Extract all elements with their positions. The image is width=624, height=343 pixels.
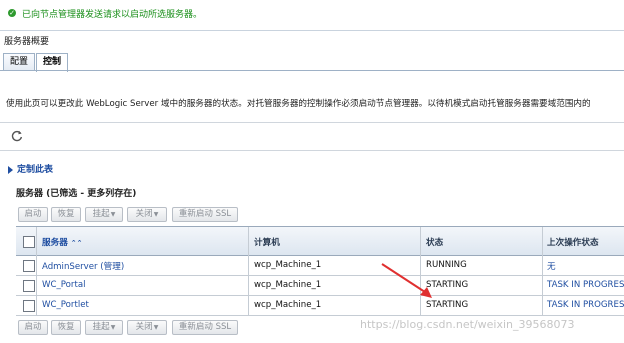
server-link[interactable]: WC_Portlet — [42, 300, 89, 310]
success-message-text: 已向节点管理器发送请求以启动所选服务器。 — [22, 10, 203, 20]
table-toolbar-top: 启动 恢复 挂起▼ 关闭▼ 重新启动 SSL — [16, 207, 624, 223]
suspend-label: 挂起 — [92, 209, 110, 219]
success-message: ✓ 已向节点管理器发送请求以启动所选服务器。 — [0, 0, 624, 27]
server-link[interactable]: WC_Portal — [42, 280, 86, 290]
tab-config[interactable]: 配置 — [3, 53, 35, 71]
shutdown-button[interactable]: 关闭▼ — [127, 207, 167, 222]
resume-button[interactable]: 恢复 — [51, 320, 81, 335]
last-action-link[interactable]: TASK IN PROGRESS — [547, 280, 624, 290]
server-link[interactable]: AdminServer (管理) — [42, 260, 124, 272]
last-action-link[interactable]: TASK IN PROGRESS — [547, 300, 624, 310]
resume-button[interactable]: 恢复 — [51, 207, 81, 222]
chevron-down-icon: ▼ — [110, 211, 116, 218]
divider — [0, 30, 624, 31]
table-header: 服务器 ⌃⌃ 计算机 状态 上次操作状态 — [16, 227, 624, 256]
watermark: https://blog.csdn.net/weixin_39568073 — [360, 318, 575, 331]
shutdown-label: 关闭 — [135, 209, 153, 219]
table-row: AdminServer (管理) wcp_Machine_1 RUNNING 无 — [16, 256, 624, 276]
suspend-button[interactable]: 挂起▼ — [85, 207, 123, 222]
start-button[interactable]: 启动 — [18, 207, 48, 222]
chevron-down-icon: ▼ — [153, 324, 159, 331]
row-checkbox[interactable] — [23, 280, 35, 292]
header-divider — [16, 227, 543, 255]
page-title: 服务器概要 — [4, 37, 50, 47]
restart-ssl-button[interactable]: 重新启动 SSL — [172, 320, 238, 335]
column-divider — [36, 227, 37, 316]
column-header-last-action[interactable]: 上次操作状态 — [547, 236, 599, 248]
suspend-button[interactable]: 挂起▼ — [85, 320, 123, 335]
machine-cell: wcp_Machine_1 — [254, 260, 322, 270]
column-divider — [542, 227, 543, 316]
customize-table-link[interactable]: 定制此表 — [8, 162, 53, 175]
row-checkbox[interactable] — [23, 300, 35, 312]
shutdown-button[interactable]: 关闭▼ — [127, 320, 167, 335]
restart-ssl-button[interactable]: 重新启动 SSL — [172, 207, 238, 222]
machine-cell: wcp_Machine_1 — [254, 300, 322, 310]
page-description: 使用此页可以更改此 WebLogic Server 域中的服务器的状态。对托管服… — [6, 99, 591, 109]
chevron-down-icon: ▼ — [110, 324, 116, 331]
table-row: WC_Portal wcp_Machine_1 STARTING TASK IN… — [16, 276, 624, 296]
tabs-underline — [0, 70, 624, 71]
column-divider — [248, 227, 249, 316]
table-row: WC_Portlet wcp_Machine_1 STARTING TASK I… — [16, 296, 624, 316]
customize-table-label: 定制此表 — [17, 165, 54, 175]
shutdown-label: 关闭 — [135, 322, 153, 332]
expand-triangle-icon — [8, 165, 13, 174]
row-checkbox[interactable] — [23, 260, 35, 272]
servers-table: 服务器 ⌃⌃ 计算机 状态 上次操作状态 AdminServer (管理) wc… — [16, 226, 624, 319]
success-check-icon: ✓ — [8, 9, 16, 17]
annotation-arrow-icon — [381, 263, 432, 298]
chevron-down-icon: ▼ — [153, 211, 159, 218]
suspend-label: 挂起 — [92, 322, 110, 332]
divider — [0, 122, 624, 123]
last-action-link[interactable]: 无 — [547, 260, 556, 272]
machine-cell: wcp_Machine_1 — [254, 280, 322, 290]
start-button[interactable]: 启动 — [18, 320, 48, 335]
divider — [0, 150, 624, 151]
refresh-icon[interactable] — [10, 129, 24, 143]
table-title: 服务器 (已筛选 - 更多列存在) — [16, 189, 137, 199]
